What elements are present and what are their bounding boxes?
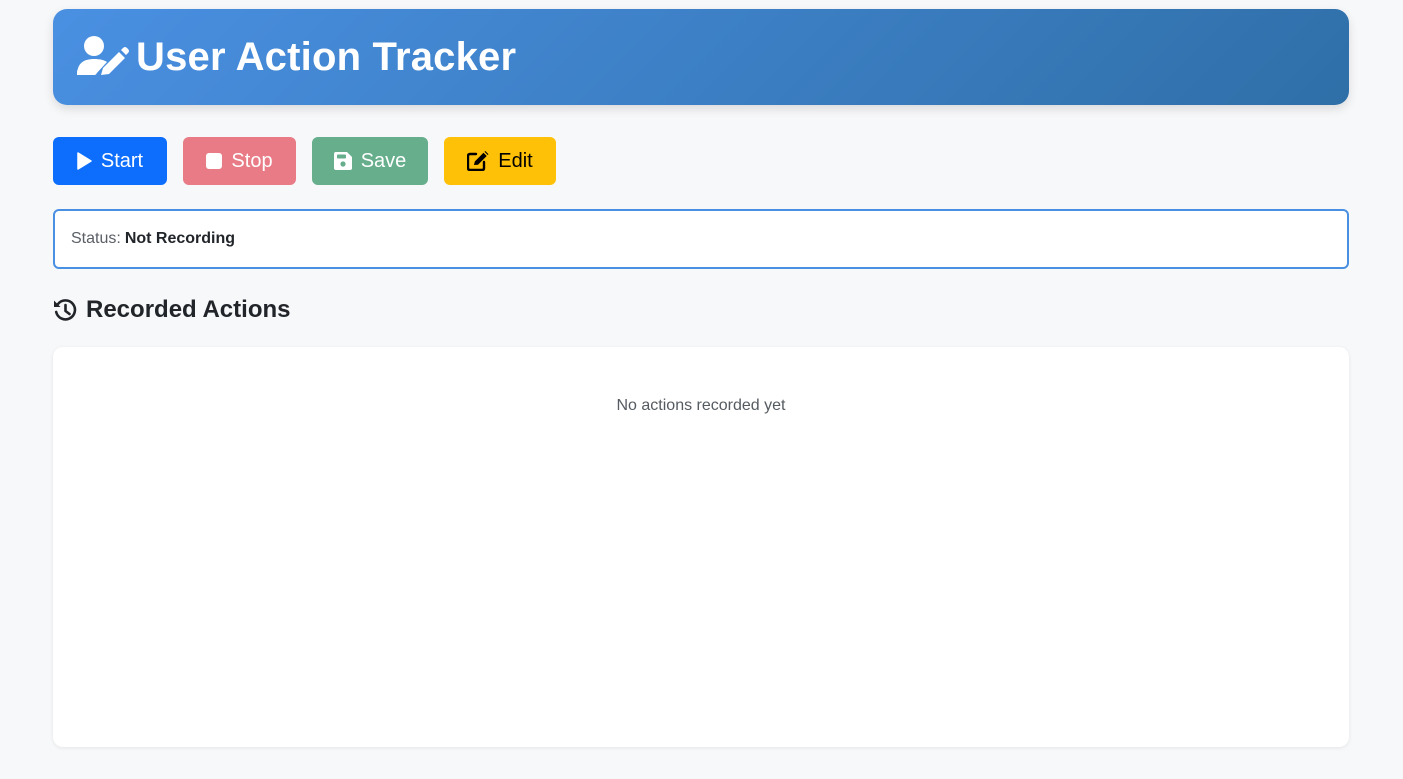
recorded-actions-heading: Recorded Actions	[53, 295, 1349, 325]
toolbar: Start Stop Save Edit	[53, 137, 1349, 185]
save-button[interactable]: Save	[312, 137, 428, 185]
stop-icon	[206, 153, 223, 169]
section-title-text: Recorded Actions	[86, 296, 291, 323]
status-value: Not Recording	[124, 230, 236, 247]
start-button-label: Start	[100, 149, 144, 172]
start-button[interactable]: Start	[53, 137, 167, 185]
page-title: User Action Tracker	[136, 34, 517, 79]
edit-button-label: Edit	[498, 149, 533, 172]
status-label: Status:	[71, 230, 121, 247]
stop-button-label: Stop	[231, 149, 273, 172]
app-container: User Action Tracker Start Stop Save Edit…	[53, 9, 1349, 747]
save-button-label: Save	[360, 149, 407, 172]
actions-list: No actions recorded yet	[53, 347, 1349, 747]
empty-state-message: No actions recorded yet	[616, 397, 786, 414]
stop-button[interactable]: Stop	[183, 137, 296, 185]
status-box: Status: Not Recording	[53, 209, 1349, 269]
user-edit-icon	[77, 35, 129, 79]
floppy-disk-icon	[333, 152, 352, 170]
edit-button[interactable]: Edit	[444, 137, 556, 185]
app-header: User Action Tracker	[53, 9, 1349, 105]
edit-icon	[467, 151, 489, 171]
history-icon	[53, 298, 78, 323]
play-icon	[77, 152, 92, 170]
